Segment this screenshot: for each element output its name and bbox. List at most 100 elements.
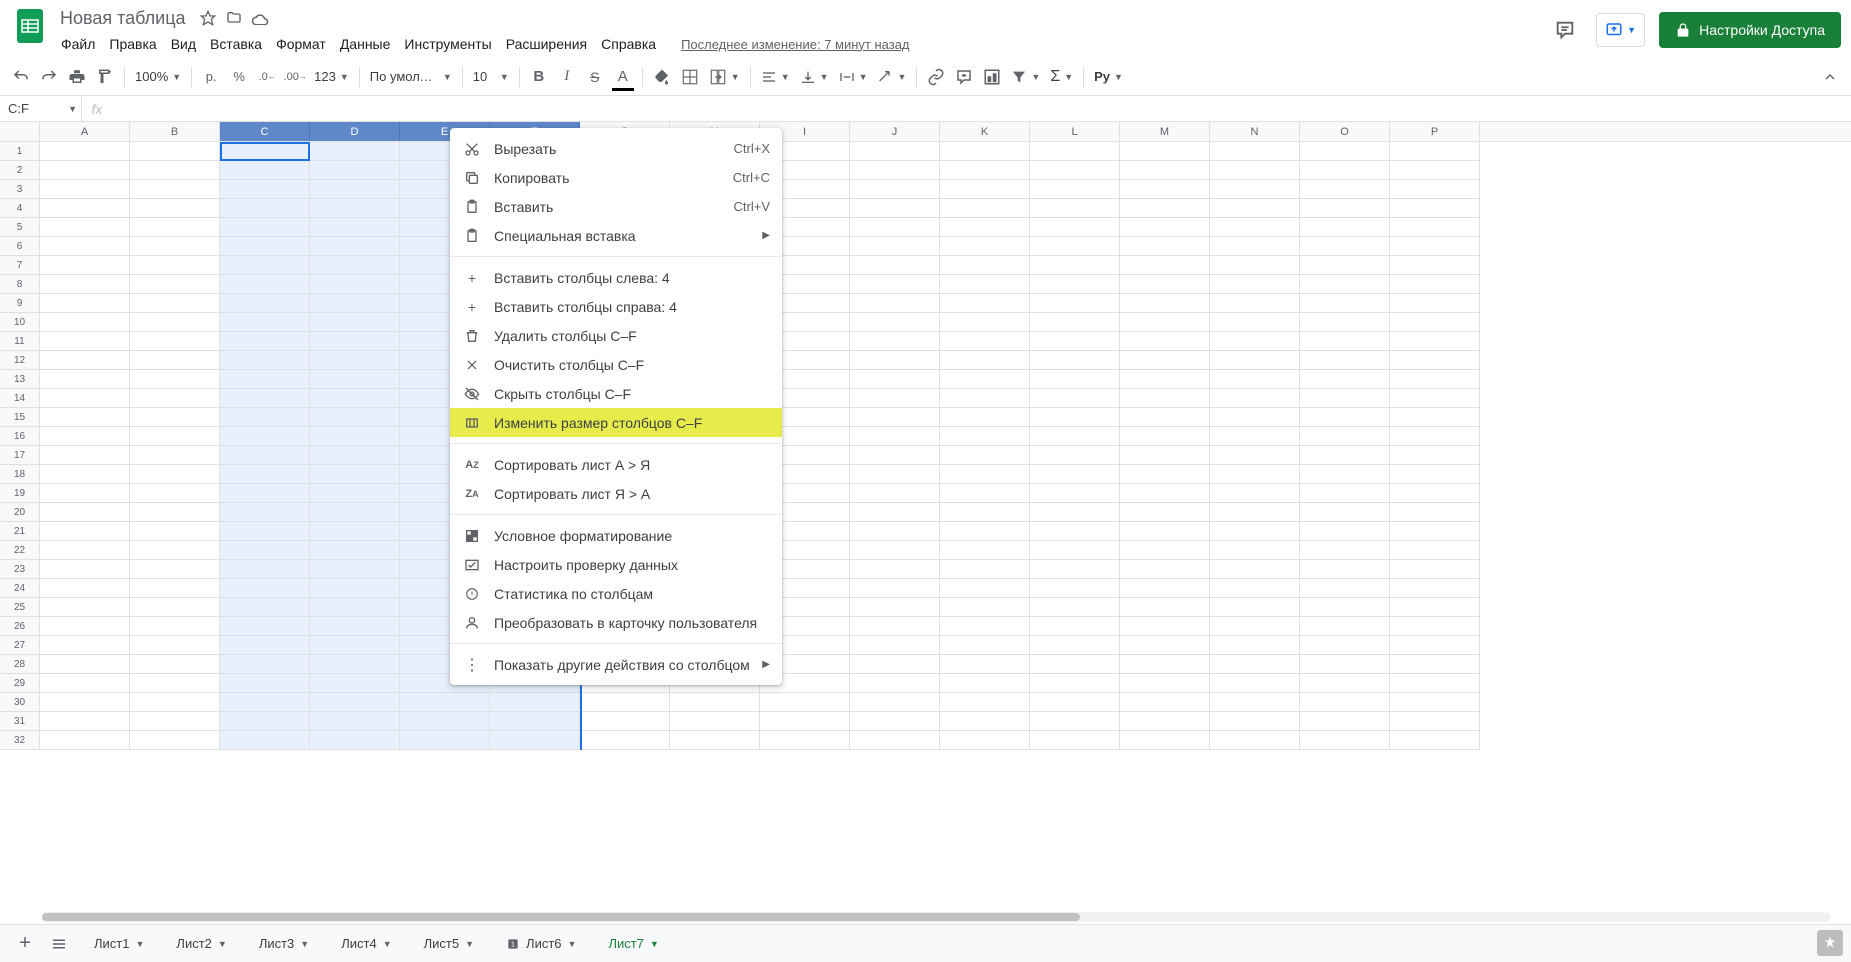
- cell-N15[interactable]: [1210, 408, 1300, 427]
- cell-M7[interactable]: [1120, 256, 1210, 275]
- cell-K11[interactable]: [940, 332, 1030, 351]
- cell-B20[interactable]: [130, 503, 220, 522]
- cell-N3[interactable]: [1210, 180, 1300, 199]
- row-header-28[interactable]: 28: [0, 655, 40, 674]
- borders-button[interactable]: [677, 64, 703, 90]
- cell-B32[interactable]: [130, 731, 220, 750]
- cell-D14[interactable]: [310, 389, 400, 408]
- cell-L27[interactable]: [1030, 636, 1120, 655]
- cell-G30[interactable]: [580, 693, 670, 712]
- cell-K25[interactable]: [940, 598, 1030, 617]
- cell-C14[interactable]: [220, 389, 310, 408]
- cell-B4[interactable]: [130, 199, 220, 218]
- cell-O10[interactable]: [1300, 313, 1390, 332]
- cell-O7[interactable]: [1300, 256, 1390, 275]
- cell-K1[interactable]: [940, 142, 1030, 161]
- cell-M24[interactable]: [1120, 579, 1210, 598]
- sheet-tab-Лист4[interactable]: Лист4▼: [331, 929, 401, 959]
- row-header-27[interactable]: 27: [0, 636, 40, 655]
- cell-B25[interactable]: [130, 598, 220, 617]
- menu-расширения[interactable]: Расширения: [499, 34, 594, 54]
- cell-J22[interactable]: [850, 541, 940, 560]
- cell-P19[interactable]: [1390, 484, 1480, 503]
- cell-N1[interactable]: [1210, 142, 1300, 161]
- row-header-4[interactable]: 4: [0, 199, 40, 218]
- python-dropdown[interactable]: Py▼: [1090, 64, 1127, 90]
- cell-O31[interactable]: [1300, 712, 1390, 731]
- cell-K28[interactable]: [940, 655, 1030, 674]
- cell-H30[interactable]: [670, 693, 760, 712]
- cell-B15[interactable]: [130, 408, 220, 427]
- cell-J6[interactable]: [850, 237, 940, 256]
- collapse-toolbar-button[interactable]: [1817, 64, 1843, 90]
- cell-I30[interactable]: [760, 693, 850, 712]
- cell-K15[interactable]: [940, 408, 1030, 427]
- cell-P10[interactable]: [1390, 313, 1480, 332]
- cell-I31[interactable]: [760, 712, 850, 731]
- cell-N17[interactable]: [1210, 446, 1300, 465]
- cell-A26[interactable]: [40, 617, 130, 636]
- cell-N10[interactable]: [1210, 313, 1300, 332]
- cell-C18[interactable]: [220, 465, 310, 484]
- cell-J16[interactable]: [850, 427, 940, 446]
- paint-format-button[interactable]: [92, 64, 118, 90]
- cell-A12[interactable]: [40, 351, 130, 370]
- cell-K2[interactable]: [940, 161, 1030, 180]
- menu-справка[interactable]: Справка: [594, 34, 663, 54]
- cell-K13[interactable]: [940, 370, 1030, 389]
- cell-J17[interactable]: [850, 446, 940, 465]
- cell-B10[interactable]: [130, 313, 220, 332]
- cell-A17[interactable]: [40, 446, 130, 465]
- cell-A16[interactable]: [40, 427, 130, 446]
- cell-B24[interactable]: [130, 579, 220, 598]
- row-header-31[interactable]: 31: [0, 712, 40, 731]
- row-header-9[interactable]: 9: [0, 294, 40, 313]
- comment-button[interactable]: [951, 64, 977, 90]
- cell-P2[interactable]: [1390, 161, 1480, 180]
- cell-O29[interactable]: [1300, 674, 1390, 693]
- cell-J5[interactable]: [850, 218, 940, 237]
- cell-B9[interactable]: [130, 294, 220, 313]
- cell-A5[interactable]: [40, 218, 130, 237]
- row-header-23[interactable]: 23: [0, 560, 40, 579]
- cell-O21[interactable]: [1300, 522, 1390, 541]
- cell-L12[interactable]: [1030, 351, 1120, 370]
- cell-C22[interactable]: [220, 541, 310, 560]
- cell-A21[interactable]: [40, 522, 130, 541]
- cell-D20[interactable]: [310, 503, 400, 522]
- sheet-tab-Лист3[interactable]: Лист3▼: [249, 929, 319, 959]
- cell-J12[interactable]: [850, 351, 940, 370]
- all-sheets-button[interactable]: [42, 929, 76, 959]
- cell-L31[interactable]: [1030, 712, 1120, 731]
- cell-C30[interactable]: [220, 693, 310, 712]
- cell-C28[interactable]: [220, 655, 310, 674]
- cell-J1[interactable]: [850, 142, 940, 161]
- cell-K27[interactable]: [940, 636, 1030, 655]
- cell-M32[interactable]: [1120, 731, 1210, 750]
- cell-B6[interactable]: [130, 237, 220, 256]
- cell-D30[interactable]: [310, 693, 400, 712]
- cell-D10[interactable]: [310, 313, 400, 332]
- cell-A2[interactable]: [40, 161, 130, 180]
- cell-A9[interactable]: [40, 294, 130, 313]
- cell-L3[interactable]: [1030, 180, 1120, 199]
- cell-L25[interactable]: [1030, 598, 1120, 617]
- cell-C5[interactable]: [220, 218, 310, 237]
- cell-C8[interactable]: [220, 275, 310, 294]
- cell-M11[interactable]: [1120, 332, 1210, 351]
- cell-O1[interactable]: [1300, 142, 1390, 161]
- cell-O20[interactable]: [1300, 503, 1390, 522]
- increase-decimal-button[interactable]: .00→: [282, 64, 308, 90]
- cell-O2[interactable]: [1300, 161, 1390, 180]
- cell-N16[interactable]: [1210, 427, 1300, 446]
- halign-dropdown[interactable]: ▼: [757, 64, 794, 90]
- cell-N26[interactable]: [1210, 617, 1300, 636]
- row-header-14[interactable]: 14: [0, 389, 40, 408]
- ctx-insert-left[interactable]: +Вставить столбцы слева: 4: [450, 263, 782, 292]
- cell-P18[interactable]: [1390, 465, 1480, 484]
- col-header-C[interactable]: C: [220, 122, 310, 141]
- cell-P12[interactable]: [1390, 351, 1480, 370]
- col-header-L[interactable]: L: [1030, 122, 1120, 141]
- sheet-tab-Лист5[interactable]: Лист5▼: [414, 929, 484, 959]
- cell-H31[interactable]: [670, 712, 760, 731]
